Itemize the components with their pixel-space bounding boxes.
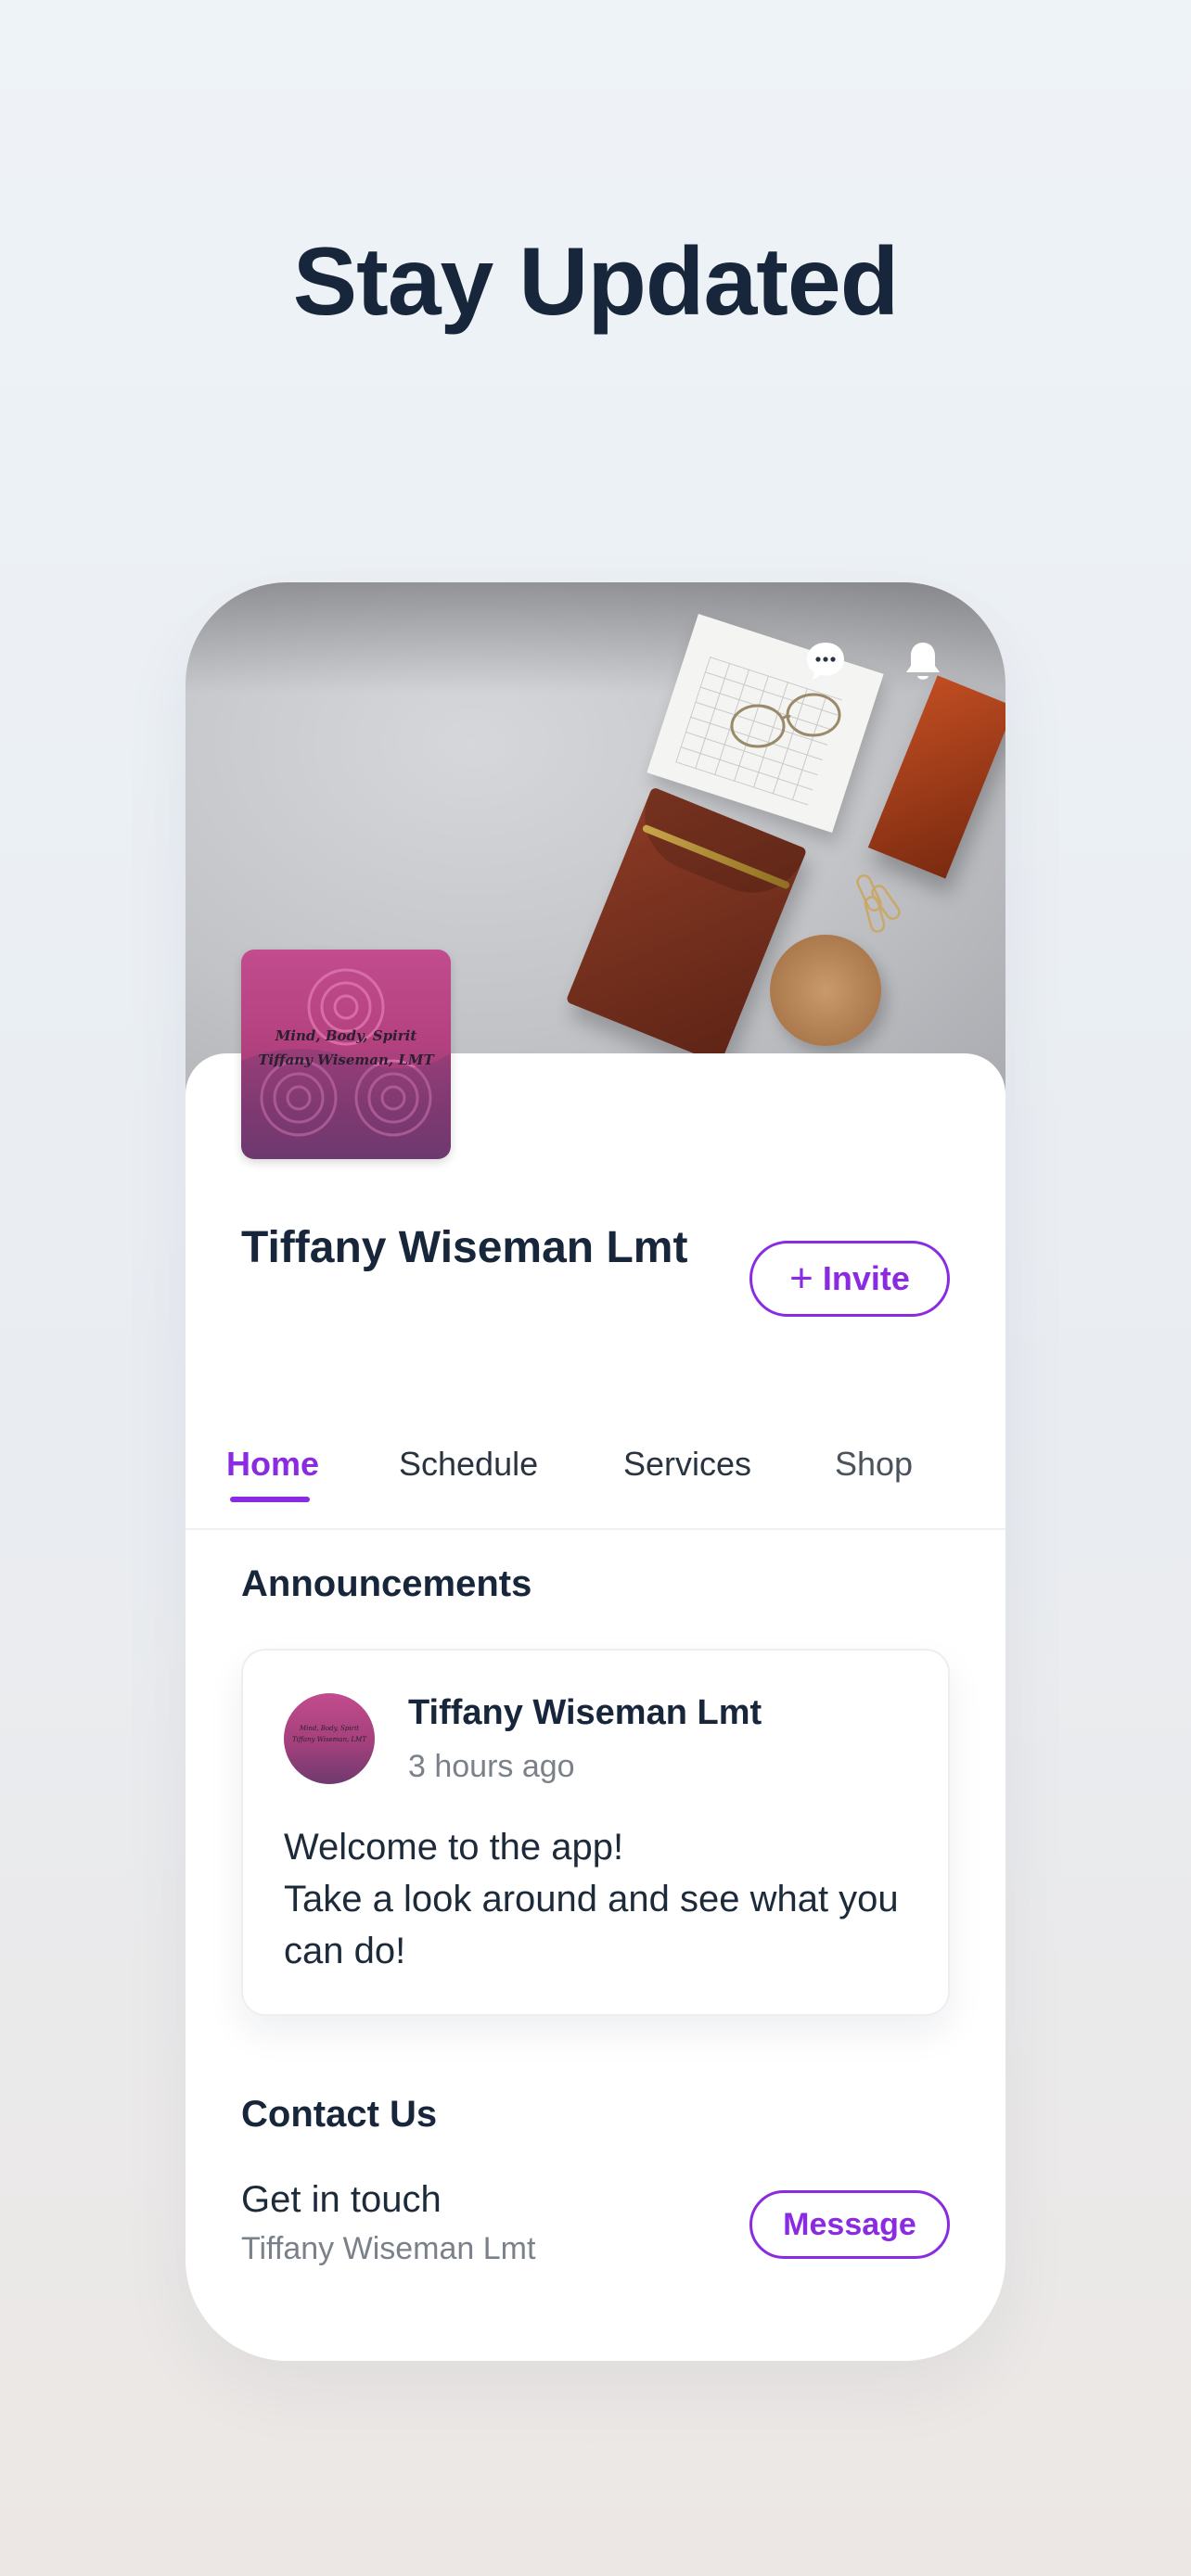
chat-icon[interactable] <box>802 638 849 684</box>
contact-heading: Get in touch <box>241 2179 442 2220</box>
bell-icon[interactable] <box>900 638 946 684</box>
message-button[interactable]: Message <box>749 2190 950 2259</box>
page-headline: Stay Updated <box>292 228 900 336</box>
logo-line2: Tiffany Wiseman, LMT <box>258 1052 434 1068</box>
tab-home[interactable]: Home <box>226 1445 319 1484</box>
paperclips-image <box>856 874 901 933</box>
app-screen: Mind, Body, Spirit Tiffany Wiseman, LMT … <box>186 582 1005 2361</box>
post-body-line2: Take a look around and see what you can … <box>284 1879 899 1971</box>
avatar-logo-line2: Tiffany Wiseman, LMT <box>291 1736 367 1743</box>
tab-services[interactable]: Services <box>623 1445 751 1484</box>
business-name: Tiffany Wiseman Lmt <box>241 1223 688 1272</box>
avatar: Mind, Body, Spirit Tiffany Wiseman, LMT <box>284 1693 375 1784</box>
contact-title: Contact Us <box>241 2094 438 2135</box>
coaster-image <box>770 935 881 1046</box>
business-logo: Mind, Body, Spirit Tiffany Wiseman, LMT <box>241 950 451 1159</box>
contact-name: Tiffany Wiseman Lmt <box>241 2231 536 2266</box>
box-image <box>867 675 1005 879</box>
logo-line1: Mind, Body, Spirit <box>275 1027 417 1044</box>
tab-schedule[interactable]: Schedule <box>399 1445 538 1484</box>
glasses-image <box>730 693 841 748</box>
post-timestamp: 3 hours ago <box>408 1749 575 1784</box>
tab-bar: Home Schedule Services Shop <box>186 1417 1005 1530</box>
invite-label: Invite <box>822 1259 910 1297</box>
announcement-card[interactable]: Mind, Body, Spirit Tiffany Wiseman, LMT … <box>241 1649 950 2016</box>
post-body-line1: Welcome to the app! <box>284 1827 624 1868</box>
active-tab-indicator <box>230 1497 310 1502</box>
post-author: Tiffany Wiseman Lmt <box>408 1693 762 1732</box>
wallet-image <box>565 786 808 1065</box>
plus-icon: + <box>789 1256 813 1301</box>
tab-shop[interactable]: Shop <box>835 1445 913 1484</box>
announcements-title: Announcements <box>241 1563 532 1604</box>
avatar-logo-line1: Mind, Body, Spirit <box>299 1725 360 1732</box>
invite-button[interactable]: + Invite <box>749 1241 950 1317</box>
post-body: Welcome to the app! Take a look around a… <box>284 1821 924 1977</box>
